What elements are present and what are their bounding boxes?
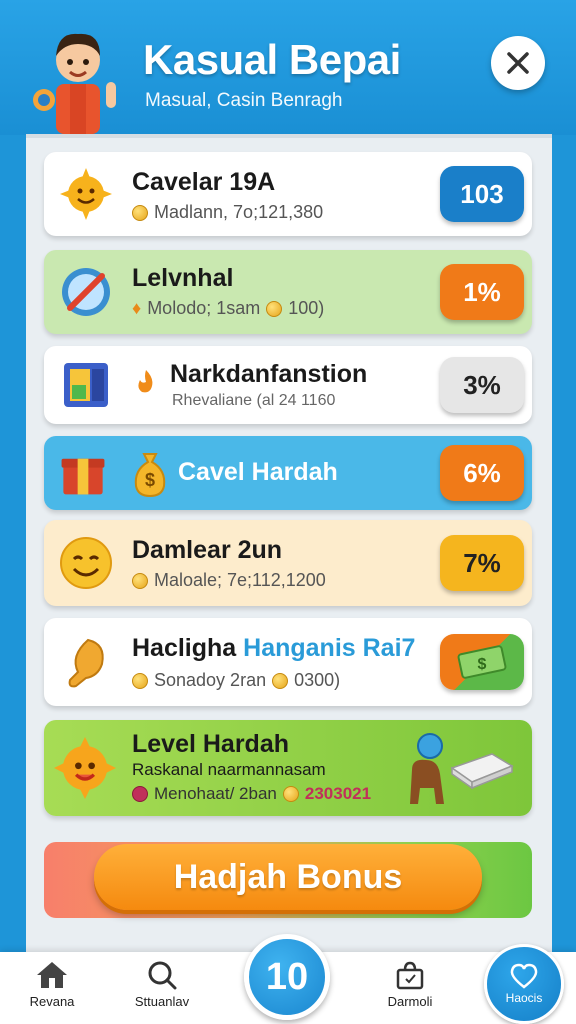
gift-box-icon	[61, 458, 105, 495]
row-subtitle: Maloale; 7e;112,1200	[132, 570, 326, 591]
nav-item-home[interactable]: Revana	[2, 960, 102, 1020]
money-bag-icon: $	[134, 453, 166, 498]
cash-bundle-badge[interactable]: $	[440, 634, 524, 690]
gem-icon	[132, 786, 148, 802]
bonus-banner: Hadjah Bonus	[44, 842, 532, 918]
app-title: Kasual Bepai	[143, 36, 401, 83]
list-item[interactable]: Lelvnhal ♦ Molodo; 1sam 100) 1%	[44, 250, 532, 334]
list-item[interactable]: Narkdanfanstion Rhevaliane (al 24 1160 3…	[44, 346, 532, 424]
value-badge[interactable]: 7%	[440, 535, 524, 591]
row-title: Cavel Hardah	[178, 458, 338, 486]
chicken-leg-icon	[68, 638, 104, 688]
row-title: Hacligha Hanganis Rai7	[132, 634, 416, 662]
smiley-face-icon	[60, 537, 112, 589]
row-subtitle: ♦ Molodo; 1sam 100)	[132, 298, 325, 318]
list-item[interactable]: Hacligha Hanganis Rai7 Sonadoy 2ran 0300…	[44, 618, 532, 706]
row-subtitle: Raskanal naarmannasam	[132, 760, 326, 779]
coin-icon	[282, 786, 299, 802]
coin-icon	[132, 572, 148, 589]
nav-label: Sttuanlav	[134, 994, 190, 1009]
crossed-compass-icon	[62, 268, 110, 316]
coin-icon	[132, 204, 148, 221]
row-title: Lelvnhal	[132, 264, 234, 292]
svg-text:$: $	[145, 470, 155, 490]
star-coin-icon	[266, 300, 283, 317]
close-icon	[507, 52, 529, 74]
cash-bundle-icon: $	[457, 645, 507, 679]
header: Kasual Bepai Masual, Casin Benragh	[0, 0, 576, 135]
bag-icon	[396, 961, 424, 990]
list-item[interactable]: Damlear 2un Maloale; 7e;112,1200 7%	[44, 520, 532, 606]
nav-item-bag[interactable]: Darmoli	[360, 960, 460, 1020]
value-badge[interactable]: 6%	[440, 445, 524, 501]
value-badge[interactable]: 103	[440, 166, 524, 222]
row-subtitle: Madlann, 7o;121,380	[132, 202, 323, 223]
list-item[interactable]: Level Hardah Raskanal naarmannasam Menoh…	[44, 720, 532, 816]
value-badge[interactable]: 3%	[440, 357, 524, 413]
nav-label: Haocis	[505, 991, 543, 1005]
row-title: Damlear 2un	[132, 536, 283, 564]
row-title-accent: Hanganis Rai7	[243, 634, 416, 662]
cash-stack-icon	[450, 753, 514, 790]
coin-icon	[132, 672, 148, 689]
nav-item-heart[interactable]: Haocis	[484, 944, 564, 1024]
row-title: Cavelar 19A	[132, 168, 276, 196]
home-icon	[37, 962, 67, 988]
app-subtitle: Masual, Casin Benragh	[145, 90, 343, 111]
row-subtitle: Sonadoy 2ran 0300)	[132, 670, 340, 691]
sun-face-icon	[54, 737, 116, 799]
list-item[interactable]: Cavelar 19A Madlann, 7o;121,380 103	[44, 152, 532, 236]
row-title: Narkdanfanstion	[170, 360, 368, 388]
heart-icon	[510, 963, 538, 989]
avatar	[33, 33, 116, 134]
row-subtitle: Rhevaliane (al 24 1160	[172, 392, 336, 409]
bonus-button[interactable]: Hadjah Bonus	[94, 844, 482, 910]
list-item[interactable]: $ Cavel Hardah 6%	[44, 436, 532, 510]
value-badge[interactable]: 1%	[440, 264, 524, 320]
svg-text:$: $	[478, 656, 487, 673]
center-level-button[interactable]: 10	[244, 934, 330, 1020]
window-frame-icon	[64, 363, 108, 407]
row-meta: Menohaat/ 2ban 2303021	[132, 784, 371, 804]
flame-coin-icon	[138, 370, 153, 393]
star-coin-icon	[272, 672, 289, 689]
row-title: Level Hardah	[132, 730, 290, 758]
close-button[interactable]	[491, 36, 545, 90]
search-icon	[148, 961, 177, 990]
smiling-sun-icon	[60, 168, 112, 220]
nav-label: Darmoli	[387, 994, 433, 1009]
nav-item-search[interactable]: Sttuanlav	[112, 960, 212, 1020]
nav-label: Revana	[29, 994, 75, 1009]
